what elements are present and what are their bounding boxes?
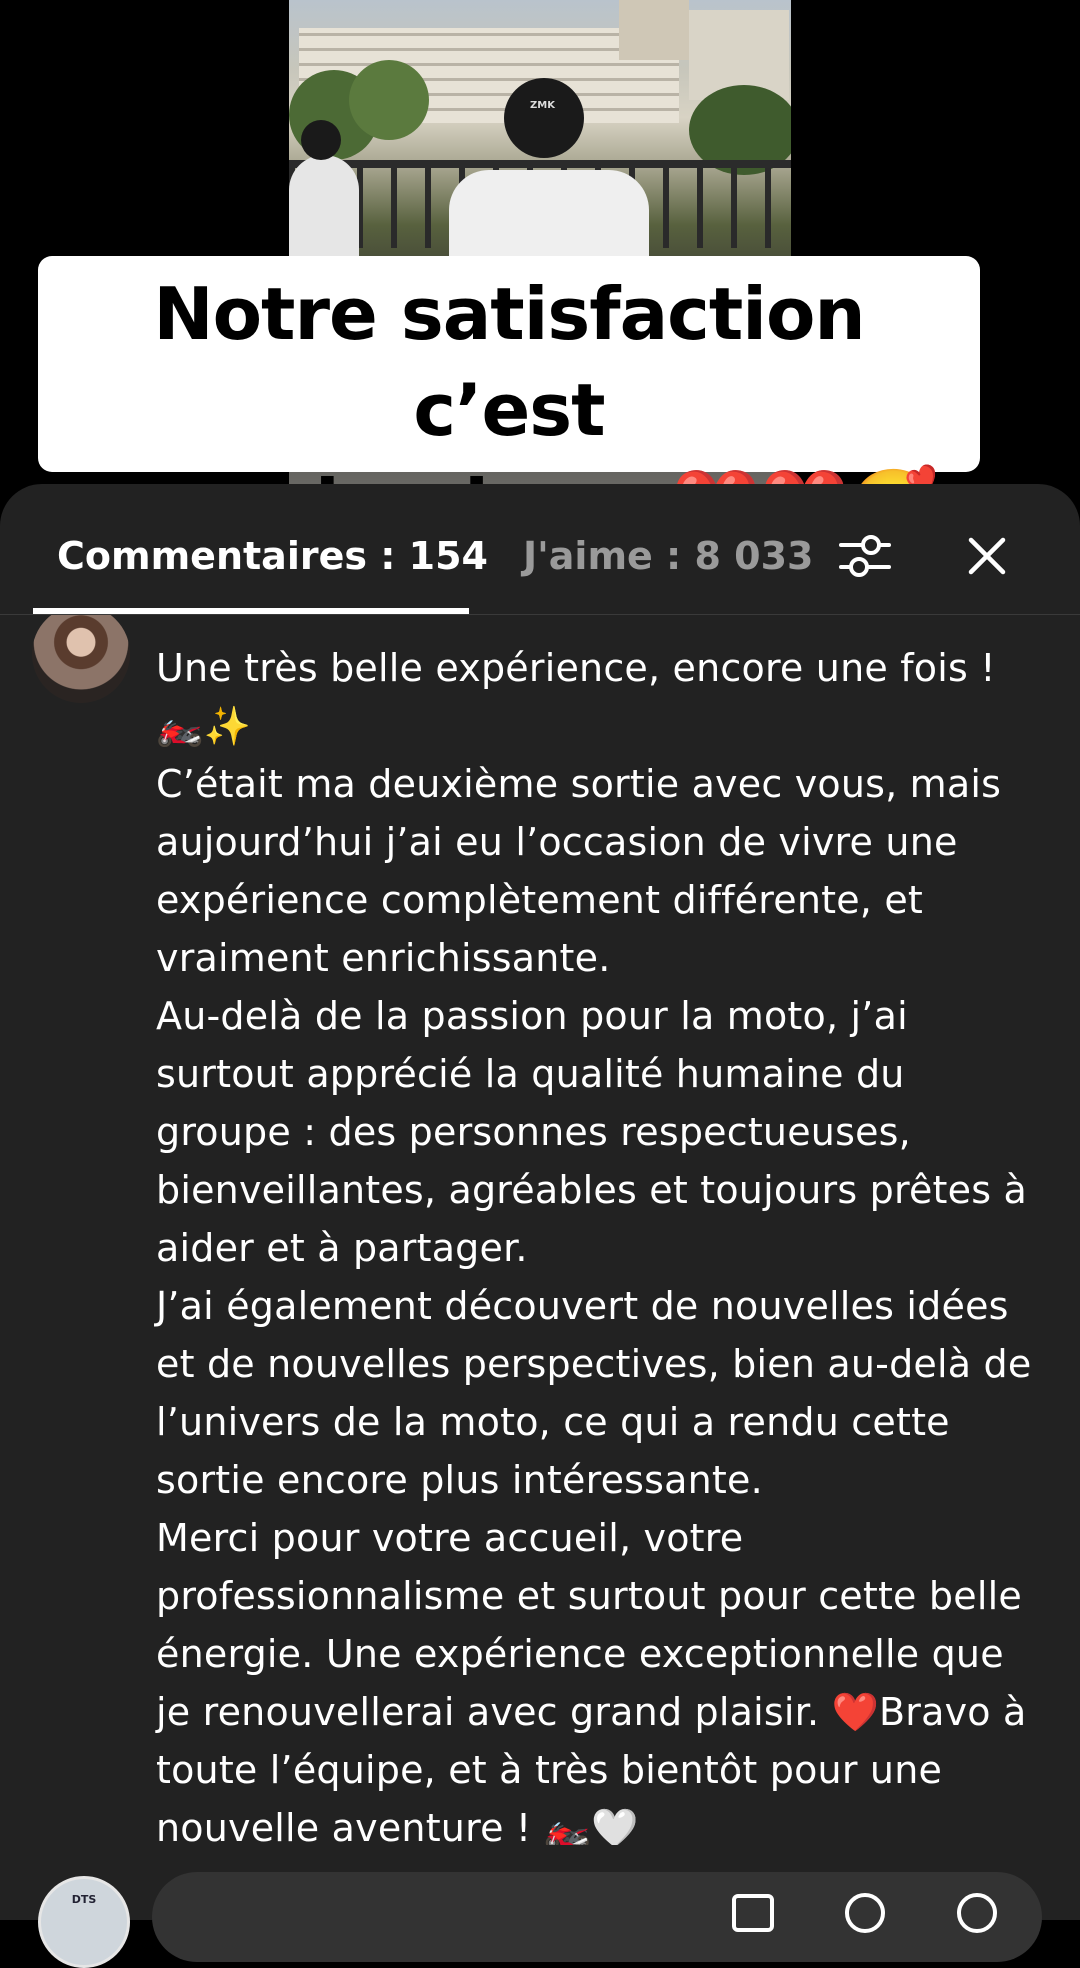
close-button[interactable] <box>955 524 1019 588</box>
add-comment-bar: DTS <box>0 1872 1080 1968</box>
building <box>619 0 689 60</box>
helmet <box>301 120 341 160</box>
tab-comments[interactable]: Commentaires : 154 <box>57 528 488 584</box>
rider <box>289 155 359 265</box>
close-icon <box>968 537 1006 575</box>
tab-likes[interactable]: J'aime : 8 033 <box>523 528 813 584</box>
helmet-brand: ZMK <box>530 100 555 111</box>
user-avatar: DTS <box>38 1876 130 1968</box>
user-avatar-label: DTS <box>71 1893 97 1906</box>
comments-panel: Commentaires : 154 J'aime : 8 033 Une tr… <box>0 484 1080 1968</box>
commenter-avatar[interactable] <box>32 615 130 703</box>
video-player[interactable]: ZMK Notre satisfaction c’est votre bonhe… <box>0 0 1080 490</box>
tree <box>349 60 429 140</box>
mention-icon[interactable] <box>842 1890 888 1936</box>
emoji-icon[interactable] <box>954 1890 1000 1936</box>
helmet: ZMK <box>504 78 584 158</box>
comment-text: Une très belle expérience, encore une fo… <box>156 646 1032 1845</box>
comments-tabs: Commentaires : 154 J'aime : 8 033 <box>0 484 1080 615</box>
caption-line-1: Notre satisfaction c’est <box>153 272 865 452</box>
filter-button[interactable] <box>833 524 897 588</box>
comment-item: Une très belle expérience, encore une fo… <box>0 615 1080 1845</box>
video-caption: Notre satisfaction c’est votre bonheur ❤… <box>38 256 980 490</box>
active-tab-indicator <box>33 608 469 614</box>
image-icon[interactable] <box>730 1890 776 1936</box>
sliders-icon <box>839 535 891 577</box>
add-comment-input[interactable] <box>152 1872 1042 1962</box>
